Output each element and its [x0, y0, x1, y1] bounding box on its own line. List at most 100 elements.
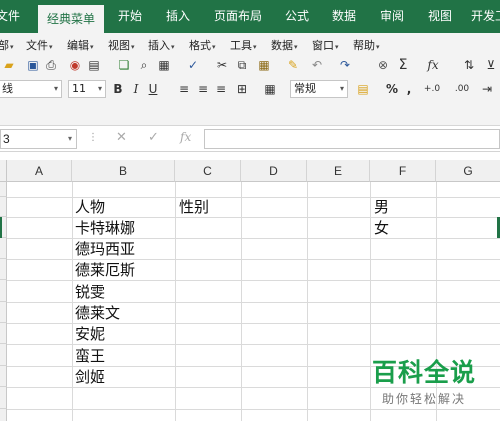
tab-file[interactable]: 文件 [0, 0, 20, 33]
increase-decimal-button[interactable]: +.0 [422, 80, 442, 98]
row-header[interactable] [0, 302, 7, 323]
row-header[interactable] [0, 366, 7, 387]
underline-button[interactable]: U [147, 80, 159, 98]
copy-page-icon[interactable]: ❏ [117, 56, 131, 74]
formula-bar-grip-icon: ⋮ [88, 132, 98, 143]
menu-file[interactable]: 文件▾ [26, 37, 53, 53]
print-icon[interactable]: ⎙ [44, 56, 58, 74]
save-icon[interactable]: ▣ [26, 56, 40, 74]
filter-icon[interactable]: ⊻ [484, 56, 498, 74]
cell-f2[interactable]: 女 [374, 218, 389, 238]
menu-tools[interactable]: 工具▾ [230, 37, 257, 53]
menu-format[interactable]: 格式▾ [189, 37, 216, 53]
row-header[interactable] [0, 259, 7, 280]
cancel-icon[interactable]: ✕ [116, 130, 127, 145]
number-format-select[interactable]: 常规 ▾ [290, 80, 348, 98]
tab-developer[interactable]: 开发工 [471, 0, 500, 33]
menu-edit[interactable]: 编辑▾ [67, 37, 94, 53]
cell-b9[interactable]: 剑姬 [75, 367, 105, 387]
cell-b2[interactable]: 卡特琳娜 [75, 218, 135, 238]
menu-view-label: 视图 [108, 39, 130, 52]
percent-button[interactable]: % [386, 80, 398, 98]
function-icon[interactable]: fx [426, 56, 440, 74]
merge-center-icon[interactable]: ⊞ [235, 80, 249, 98]
tab-page-layout[interactable]: 页面布局 [214, 0, 262, 33]
menu-window[interactable]: 窗口▾ [312, 37, 339, 53]
row-header[interactable] [0, 409, 7, 421]
column-header-e[interactable]: E [307, 160, 370, 182]
autosum-icon[interactable]: Σ [396, 56, 410, 74]
font-size-select[interactable]: 11 ▾ [68, 80, 106, 98]
format-painter-icon[interactable]: ✎ [286, 56, 300, 74]
column-header-a[interactable]: A [7, 160, 72, 182]
copy-icon[interactable]: ⧉ [235, 56, 249, 74]
undo-icon[interactable]: ↶ [310, 56, 324, 74]
align-right-icon[interactable]: ≡ [215, 80, 227, 98]
indent-icon[interactable]: ⇥ [480, 80, 494, 98]
menu-edit-label: 编辑 [67, 39, 89, 52]
decrease-decimal-button[interactable]: .00 [452, 80, 472, 98]
cell-b4[interactable]: 德莱厄斯 [75, 260, 135, 280]
column-header-c[interactable]: C [175, 160, 241, 182]
tab-classic-menu[interactable]: 经典菜单 [38, 5, 105, 33]
save-as-icon[interactable]: ▤ [87, 56, 101, 74]
menu-data[interactable]: 数据▾ [271, 37, 298, 53]
zoom-icon[interactable]: ▦ [157, 56, 171, 74]
comma-button[interactable]: , [404, 80, 414, 98]
sort-icon[interactable]: ⇅ [462, 56, 476, 74]
paste-icon[interactable]: ▦ [256, 56, 272, 74]
column-header-g[interactable]: G [436, 160, 500, 182]
selected-row-indicator [0, 217, 2, 238]
hyperlink-icon[interactable]: ⊗ [376, 56, 390, 74]
select-all-corner[interactable] [0, 160, 7, 182]
tab-view[interactable]: 视图 [428, 0, 452, 33]
row-header[interactable] [0, 197, 7, 217]
font-name-select[interactable]: 线 ▾ [0, 80, 62, 98]
row-header[interactable] [0, 280, 7, 302]
name-box[interactable]: 3 ▾ [0, 129, 77, 149]
cell-c1[interactable]: 性别 [179, 197, 209, 217]
row-header[interactable] [0, 182, 7, 197]
enter-icon[interactable]: ✓ [148, 130, 159, 145]
insert-function-icon[interactable]: fx [180, 130, 191, 144]
row-header[interactable] [0, 387, 7, 409]
bold-button[interactable]: B [112, 80, 124, 98]
tab-data[interactable]: 数据 [332, 0, 356, 33]
cell-b6[interactable]: 德莱文 [75, 303, 120, 323]
menu-insert[interactable]: 插入▾ [148, 37, 175, 53]
ribbon-spacer [0, 100, 500, 126]
align-center-icon[interactable]: ≡ [197, 80, 209, 98]
menu-data-label: 数据 [271, 39, 293, 52]
align-left-icon[interactable]: ≡ [178, 80, 190, 98]
formula-input[interactable] [204, 129, 500, 149]
menu-view[interactable]: 视图▾ [108, 37, 135, 53]
currency-icon[interactable]: ▤ [356, 80, 370, 98]
tab-home[interactable]: 开始 [118, 0, 142, 33]
cell-b5[interactable]: 锐雯 [75, 282, 105, 302]
row-header[interactable] [0, 238, 7, 259]
borders-icon[interactable]: ▦ [263, 80, 277, 98]
ribbon-tab-bar: 文件 经典菜单 开始 插入 页面布局 公式 数据 审阅 视图 开发工 [0, 0, 500, 33]
tab-insert[interactable]: 插入 [166, 0, 190, 33]
italic-button[interactable]: I [130, 80, 142, 98]
column-header-f[interactable]: F [370, 160, 436, 182]
print-preview-icon[interactable]: ⌕ [137, 56, 151, 74]
cell-b3[interactable]: 德玛西亚 [75, 239, 135, 259]
cut-icon[interactable]: ✂ [215, 56, 229, 74]
cell-b8[interactable]: 蛮王 [75, 346, 105, 366]
cell-b7[interactable]: 安妮 [75, 324, 105, 344]
tab-formulas[interactable]: 公式 [285, 0, 309, 33]
row-header[interactable] [0, 344, 7, 366]
row-header[interactable] [0, 323, 7, 344]
menu-help[interactable]: 帮助▾ [353, 37, 380, 53]
permission-icon[interactable]: ◉ [68, 56, 82, 74]
spelling-icon[interactable]: ✓ [185, 56, 201, 74]
cell-f1[interactable]: 男 [374, 197, 389, 217]
cell-b1[interactable]: 人物 [75, 197, 105, 217]
tab-review[interactable]: 审阅 [380, 0, 404, 33]
open-icon[interactable]: ▰ [2, 56, 16, 74]
column-header-d[interactable]: D [241, 160, 307, 182]
redo-icon[interactable]: ↷ [338, 56, 352, 74]
menu-all[interactable]: 部▾ [0, 37, 14, 53]
column-header-b[interactable]: B [72, 160, 175, 182]
